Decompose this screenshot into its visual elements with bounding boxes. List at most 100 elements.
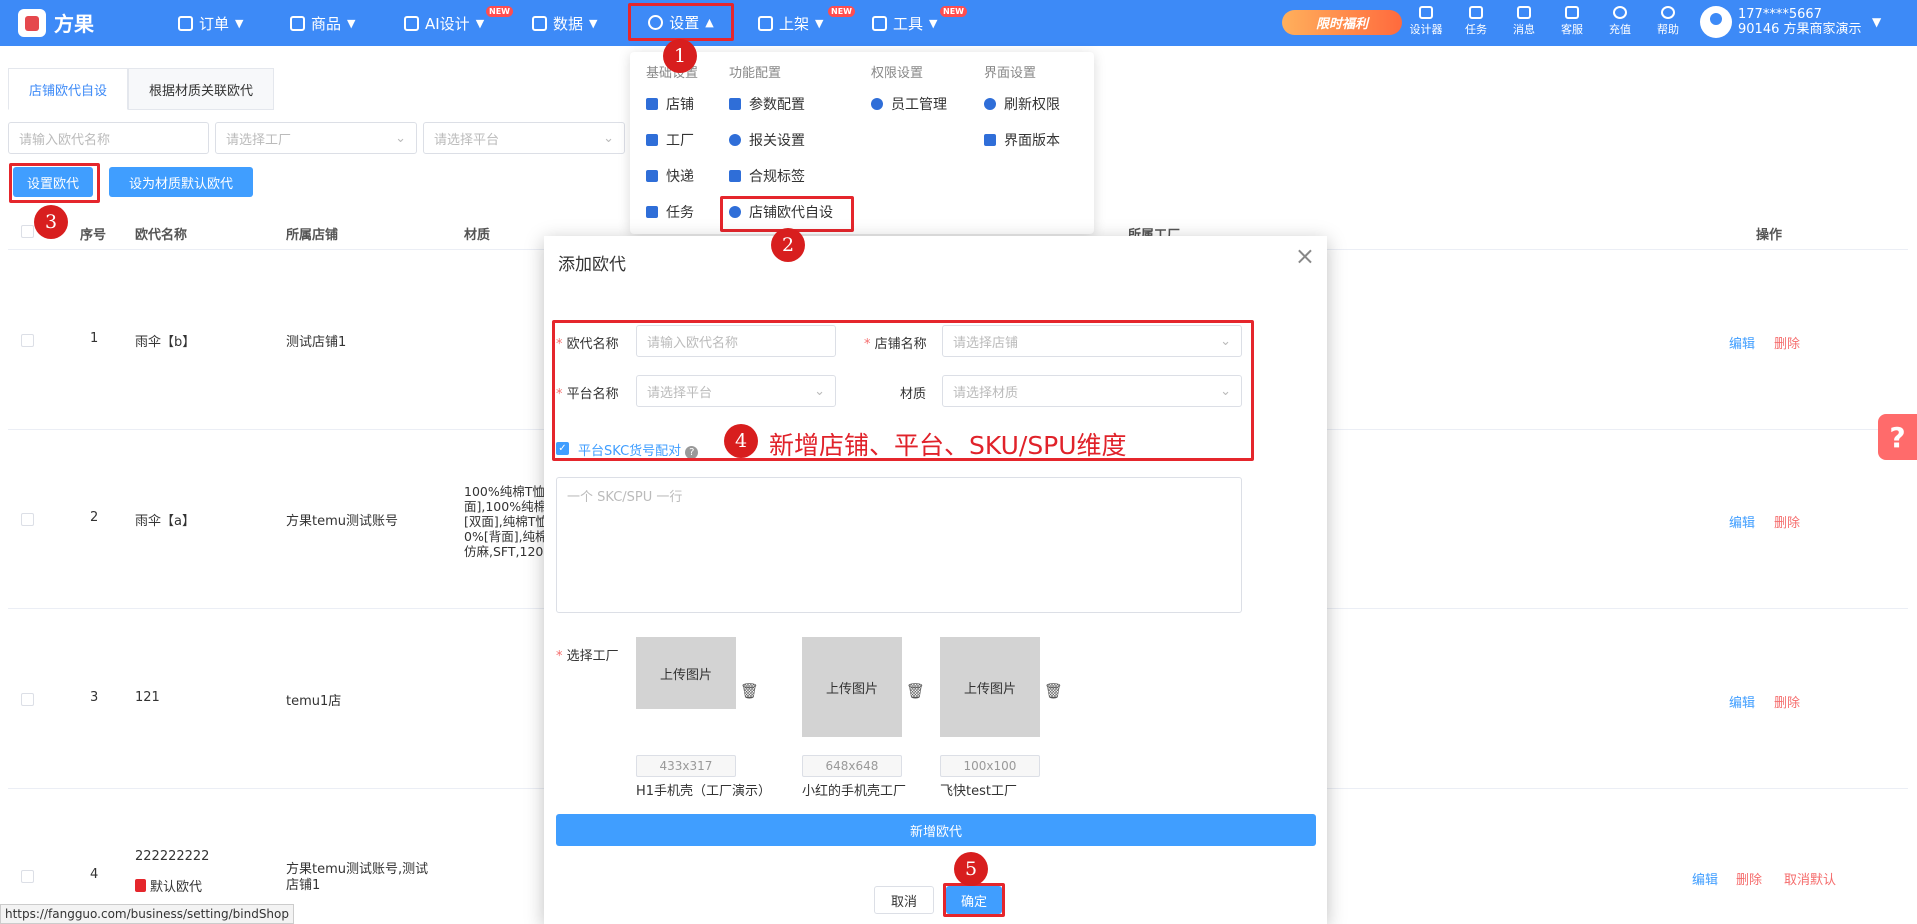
chart-icon [532, 15, 547, 31]
row-name: 222222222 [135, 849, 210, 864]
factory-icon [646, 134, 658, 146]
products-icon [290, 15, 305, 31]
toolbar-messages[interactable]: 消息 [1504, 6, 1544, 37]
set-rep-button[interactable]: 设置欧代 [13, 167, 93, 197]
chevron-down-icon: ⌄ [1220, 333, 1231, 349]
rep-name-search-input[interactable]: 请输入欧代名称 [8, 122, 209, 154]
delete-link[interactable]: 删除 [1774, 512, 1800, 531]
nav-orders[interactable]: 订单 ▼ [178, 0, 243, 46]
upload-image-button[interactable]: 上传图片 [636, 637, 736, 709]
row-checkbox[interactable] [21, 513, 34, 526]
edit-link[interactable]: 编辑 [1729, 512, 1755, 531]
row-checkbox[interactable] [21, 693, 34, 706]
new-badge: NEW [828, 6, 855, 17]
label-icon [729, 170, 741, 182]
nav-listing[interactable]: 上架 ▼ [758, 0, 823, 46]
customs-icon [729, 134, 741, 146]
edit-link[interactable]: 编辑 [1729, 333, 1755, 352]
col-material: 材质 [464, 228, 491, 243]
add-rep-dialog: 添加欧代 × * 欧代名称 请输入欧代名称 * 店铺名称 请选择店铺 ⌄ * 平台… [544, 236, 1327, 924]
confirm-button[interactable]: 确定 [946, 886, 1002, 914]
select-all-checkbox[interactable] [21, 225, 34, 238]
logo[interactable]: 方果 [18, 8, 94, 37]
default-icon [135, 879, 146, 892]
add-rep-button[interactable]: 新增欧代 [556, 814, 1316, 846]
delete-link[interactable]: 删除 [1774, 692, 1800, 711]
platform-select[interactable]: 请选择平台 ⌄ [636, 375, 836, 407]
chevron-down-icon: ⌄ [603, 130, 614, 146]
row-shop: 测试店铺1 [286, 335, 347, 350]
close-icon[interactable]: × [1295, 242, 1315, 270]
factory-name: 飞快test工厂 [940, 784, 1017, 799]
menu-item-factory[interactable]: 工厂 [646, 130, 694, 150]
ai-icon [404, 15, 419, 31]
question-icon[interactable]: ? [685, 446, 699, 459]
nav-data[interactable]: 数据 ▼ [532, 0, 597, 46]
page-tabs: 店铺欧代自设 根据材质关联欧代 [8, 68, 275, 110]
gear-icon [648, 14, 664, 30]
delete-link[interactable]: 删除 [1736, 869, 1762, 888]
menu-item-customs[interactable]: 报关设置 [729, 130, 805, 150]
promo-banner[interactable]: 限时福利 [1282, 10, 1402, 35]
factory-select[interactable]: 请选择工厂 ⌄ [215, 122, 417, 154]
trash-icon[interactable]: 🗑 [1044, 682, 1063, 700]
upload-image-button[interactable]: 上传图片 [802, 637, 902, 737]
menu-item-task[interactable]: 任务 [646, 202, 694, 222]
nav-products[interactable]: 商品 ▼ [290, 0, 355, 46]
user-info[interactable]: 177****5667 90146 方果商家演示 [1738, 7, 1862, 37]
trash-icon[interactable]: 🗑 [906, 682, 925, 700]
material-select[interactable]: 请选择材质 ⌄ [942, 375, 1242, 407]
platform-select[interactable]: 请选择平台 ⌄ [423, 122, 625, 154]
menu-item-refresh[interactable]: 刷新权限 [984, 94, 1060, 114]
row-checkbox[interactable] [21, 870, 34, 883]
image-size: 100x100 [940, 755, 1040, 777]
menu-item-shop-rep[interactable]: 店铺欧代自设 [729, 202, 833, 222]
rep-name-input[interactable]: 请输入欧代名称 [636, 325, 836, 357]
help-float-button[interactable]: ? [1878, 414, 1917, 460]
upload-image-button[interactable]: 上传图片 [940, 637, 1040, 737]
menu-item-express[interactable]: 快递 [646, 166, 694, 186]
toolbar-recharge[interactable]: 充值 [1600, 6, 1640, 37]
chevron-down-icon[interactable]: ▼ [1872, 15, 1881, 29]
step-marker: 4 [724, 424, 758, 458]
shop-label: * 店铺名称 [864, 337, 927, 352]
menu-item-staff[interactable]: 员工管理 [871, 94, 947, 114]
nav-ai-design[interactable]: AI设计 ▼ [404, 0, 484, 46]
row-shop: 方果temu测试账号,测试 店铺1 [286, 862, 429, 893]
chevron-down-icon: ⌄ [395, 130, 406, 146]
set-default-rep-button[interactable]: 设为材质默认欧代 [109, 167, 253, 197]
step-marker: 2 [771, 228, 805, 262]
toolbar-service[interactable]: 客服 [1552, 6, 1592, 37]
nav-settings[interactable]: 设置 ▲ [628, 3, 734, 41]
row-name: 雨伞【a】 [135, 514, 195, 529]
row-checkbox[interactable] [21, 334, 34, 347]
skc-textarea[interactable]: 一个 SKC/SPU 一行 [556, 477, 1242, 613]
edit-link[interactable]: 编辑 [1729, 692, 1755, 711]
row-index: 1 [90, 331, 99, 346]
cancel-default-link[interactable]: 取消默认 [1784, 869, 1836, 888]
menu-item-version[interactable]: 界面版本 [984, 130, 1060, 150]
menu-item-compliance[interactable]: 合规标签 [729, 166, 805, 186]
menu-item-params[interactable]: 参数配置 [729, 94, 805, 114]
toolbar-designer[interactable]: 设计器 [1406, 6, 1446, 37]
edit-link[interactable]: 编辑 [1692, 869, 1718, 888]
tab-material-rep[interactable]: 根据材质关联欧代 [128, 68, 275, 110]
skc-checkbox-label[interactable]: 平台SKC货号配对 ? [578, 440, 699, 459]
task-icon [646, 206, 658, 218]
skc-checkbox[interactable]: ✓ [556, 442, 569, 455]
nav-tools[interactable]: 工具 ▼ [872, 0, 937, 46]
new-badge: NEW [940, 6, 967, 17]
top-navbar: 方果 订单 ▼ 商品 ▼ AI设计 ▼ NEW 数据 ▼ 设置 ▲ 上架 ▼ NEW 工具 ▼… [0, 0, 1917, 46]
shop-select[interactable]: 请选择店铺 ⌄ [942, 325, 1242, 357]
box-icon [872, 15, 887, 31]
toolbar-help[interactable]: 帮助 [1648, 6, 1688, 37]
tab-shop-rep[interactable]: 店铺欧代自设 [8, 68, 129, 110]
menu-item-shop[interactable]: 店铺 [646, 94, 694, 114]
trash-icon[interactable]: 🗑 [740, 682, 759, 700]
delete-link[interactable]: 删除 [1774, 333, 1800, 352]
toolbar-tasks[interactable]: 任务 [1456, 6, 1496, 37]
chevron-down-icon: ⌄ [814, 383, 825, 399]
cancel-button[interactable]: 取消 [874, 886, 934, 914]
row-name: 雨伞【b】 [135, 335, 196, 350]
avatar[interactable] [1700, 6, 1732, 38]
